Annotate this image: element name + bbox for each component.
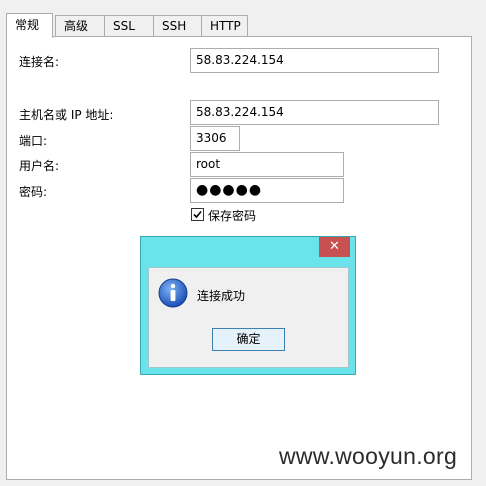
save-password-label: 保存密码 xyxy=(208,209,257,223)
username-label: 用户名: xyxy=(19,159,60,173)
dialog-close-button[interactable]: ✕ xyxy=(319,237,350,257)
host-label: 主机名或 IP 地址: xyxy=(19,108,114,122)
checkbox-checked-icon xyxy=(191,208,204,221)
password-input[interactable]: ●●●●● xyxy=(190,178,344,203)
username-input[interactable]: root xyxy=(190,152,344,177)
dialog-message: 连接成功 xyxy=(197,289,246,303)
connection-name-input[interactable]: 58.83.224.154 xyxy=(190,48,439,73)
port-input[interactable]: 3306 xyxy=(190,126,240,151)
tab-ssl[interactable]: SSL xyxy=(104,15,154,37)
ok-button[interactable]: 确定 xyxy=(212,328,285,351)
watermark-text: www.wooyun.org xyxy=(279,443,458,469)
info-icon xyxy=(157,277,189,312)
dialog-body: 连接成功 确定 xyxy=(148,267,349,368)
tab-advanced[interactable]: 高级 xyxy=(55,15,105,37)
port-label: 端口: xyxy=(19,134,48,148)
tab-http[interactable]: HTTP xyxy=(201,15,248,37)
tab-general[interactable]: 常规 xyxy=(6,13,53,38)
connection-name-label: 连接名: xyxy=(19,55,60,69)
tab-ssh[interactable]: SSH xyxy=(153,15,202,37)
connection-success-dialog: ✕ 连接成功 确定 xyxy=(140,236,356,375)
host-input[interactable]: 58.83.224.154 xyxy=(190,100,439,125)
password-label: 密码: xyxy=(19,185,48,199)
